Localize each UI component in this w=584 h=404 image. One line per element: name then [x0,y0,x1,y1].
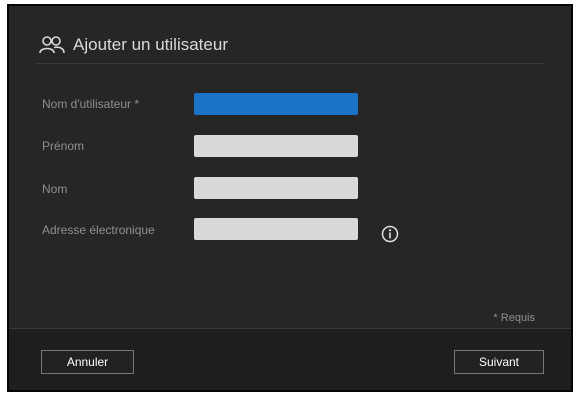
username-label: Nom d'utilisateur * [42,97,139,111]
header-divider [35,63,545,64]
username-input[interactable] [194,93,358,115]
first-name-input[interactable] [194,135,358,157]
email-label: Adresse électronique [42,223,155,237]
last-name-label: Nom [42,182,68,196]
dialog-header: Ajouter un utilisateur [39,30,228,60]
info-icon[interactable] [381,225,399,243]
email-input[interactable] [194,218,358,240]
last-name-input[interactable] [194,177,358,199]
required-note: * Requis [493,312,535,324]
dialog-title: Ajouter un utilisateur [73,35,228,54]
first-name-label: Prénom [42,139,85,153]
add-user-dialog: Ajouter un utilisateur Nom d'utilisateur… [7,4,573,392]
next-button[interactable]: Suivant [454,350,544,374]
users-icon [39,35,65,55]
cancel-button[interactable]: Annuler [41,350,134,374]
dialog-footer: Annuler Suivant [9,328,571,390]
